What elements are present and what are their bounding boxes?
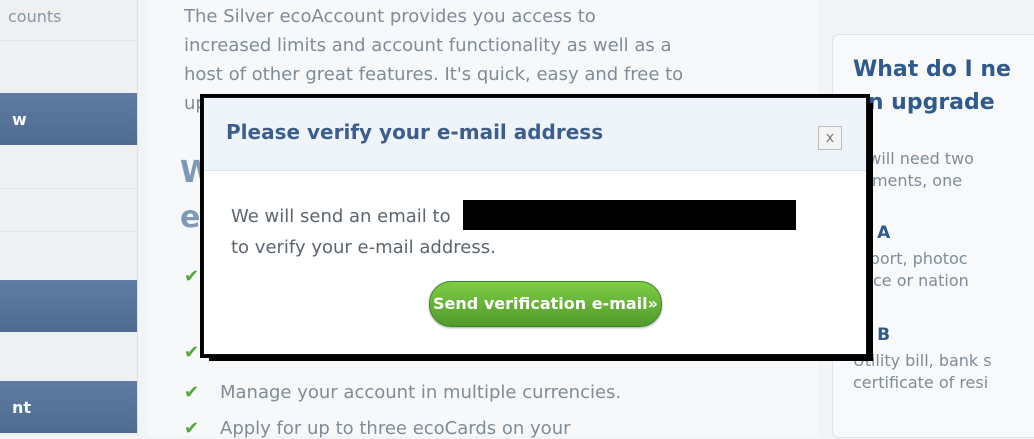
feature-item: ✔ Manage your account in multiple currenc… bbox=[184, 382, 621, 403]
sidebar-link-accounts[interactable]: counts bbox=[8, 7, 145, 26]
panel-line: ssport, photoc bbox=[853, 249, 968, 268]
panel-text: u will need two cuments, one bbox=[853, 148, 1034, 192]
dialog-title: Please verify your e-mail address bbox=[226, 120, 604, 144]
dialog-header: Please verify your e-mail address x bbox=[204, 98, 866, 171]
panel-line: ence or nation bbox=[853, 271, 969, 290]
page: counts w nt The Silver ecoAccount provid… bbox=[0, 0, 1034, 439]
list-a-text: ssport, photoc ence or nation bbox=[853, 248, 1034, 292]
sidebar-button[interactable]: w bbox=[0, 93, 137, 145]
panel-line: certificate of resi bbox=[853, 373, 989, 392]
send-verification-button[interactable]: Send verification e-mail» bbox=[429, 281, 662, 327]
sidebar: counts w nt bbox=[0, 0, 138, 436]
intro-line: increased limits and account functionali… bbox=[184, 35, 672, 56]
list-b-text: Utility bill, bank s certificate of resi bbox=[853, 350, 1034, 394]
close-icon[interactable]: x bbox=[818, 126, 842, 150]
panel-title-line: an upgrade bbox=[853, 90, 995, 115]
dialog-message-line: We will send an email to bbox=[231, 200, 851, 232]
message-text: We will send an email to bbox=[231, 206, 451, 227]
check-icon: ✔ bbox=[184, 382, 200, 403]
section-heading: e bbox=[180, 200, 201, 235]
panel-line: cuments, one bbox=[853, 171, 963, 190]
redacted-email bbox=[462, 200, 796, 230]
panel-title-line: What do I ne bbox=[853, 57, 1011, 82]
panel-line: u will need two bbox=[853, 149, 974, 168]
intro-line: The Silver ecoAccount provides you acces… bbox=[184, 6, 596, 27]
intro-line: host of other great features. It's quick… bbox=[184, 64, 684, 85]
sidebar-button[interactable]: nt bbox=[0, 381, 137, 433]
panel-title: What do I ne an upgrade bbox=[853, 53, 1034, 119]
sidebar-divider bbox=[0, 188, 137, 189]
sidebar-button[interactable] bbox=[0, 280, 137, 332]
sidebar-divider bbox=[0, 40, 137, 41]
dialog-message: We will send an email to to verify your … bbox=[231, 200, 851, 263]
dialog-message-line: to verify your e-mail address. bbox=[231, 237, 496, 258]
panel-line: Utility bill, bank s bbox=[853, 351, 992, 370]
sidebar-divider bbox=[0, 231, 137, 232]
feature-text: Manage your account in multiple currenci… bbox=[220, 382, 622, 403]
verify-email-dialog: Please verify your e-mail address x We w… bbox=[203, 97, 867, 355]
